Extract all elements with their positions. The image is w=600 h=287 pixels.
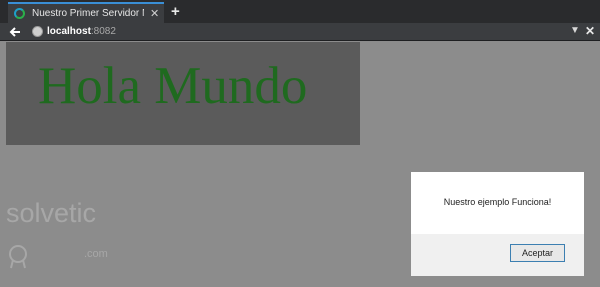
watermark-brand: solvetic <box>6 198 97 228</box>
close-tab-icon[interactable]: ✕ <box>150 7 159 20</box>
globe-icon <box>32 26 43 37</box>
address-bar: localhost:8082 ▼ ✕ <box>0 23 600 41</box>
new-tab-icon[interactable]: + <box>171 3 180 20</box>
close-icon[interactable]: ✕ <box>585 24 595 38</box>
tab-title: Nuestro Primer Servidor N... <box>32 8 144 19</box>
page-heading: Hola Mundo <box>38 57 308 115</box>
back-arrow-icon[interactable] <box>8 25 22 39</box>
tab-active[interactable]: Nuestro Primer Servidor N... ✕ <box>8 2 164 23</box>
alert-dialog: Nuestro ejemplo Funciona! Aceptar <box>411 172 584 276</box>
loading-spinner-icon <box>14 8 25 19</box>
url-port: :8082 <box>90 26 116 37</box>
url-field[interactable]: localhost:8082 <box>47 26 116 37</box>
dropdown-icon[interactable]: ▼ <box>570 25 580 36</box>
alert-footer: Aceptar <box>411 234 584 276</box>
hello-panel: Hola Mundo <box>6 42 360 145</box>
watermark-suffix: .com <box>84 248 108 260</box>
alert-message: Nuestro ejemplo Funciona! <box>443 197 552 207</box>
accept-button[interactable]: Aceptar <box>510 244 565 262</box>
tab-bar: Nuestro Primer Servidor N... ✕ + <box>0 0 600 23</box>
url-host: localhost <box>47 26 91 37</box>
watermark-logo-icon <box>9 245 27 269</box>
